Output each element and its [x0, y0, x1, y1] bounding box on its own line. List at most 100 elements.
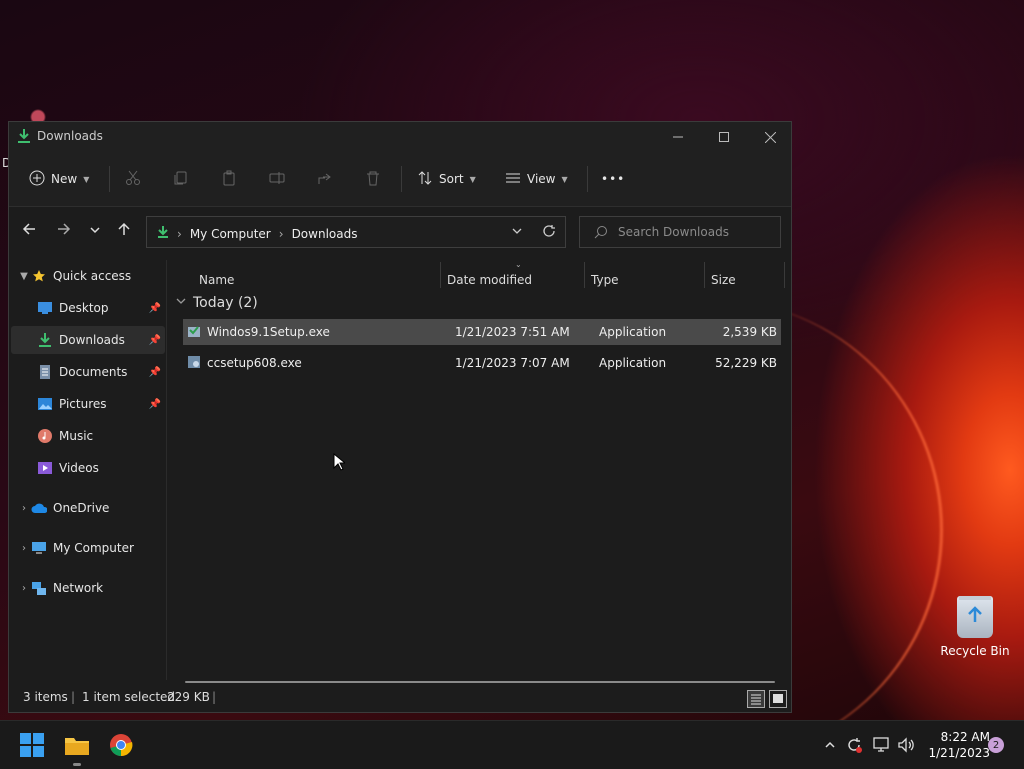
chevron-right-icon[interactable]: ›: [17, 583, 31, 594]
breadcrumb-downloads[interactable]: Downloads: [292, 227, 358, 241]
installer-icon: [187, 324, 201, 341]
sidebar-item-documents[interactable]: Documents 📌: [11, 358, 165, 386]
sidebar-label-network: Network: [53, 581, 104, 595]
pin-icon: 📌: [148, 334, 161, 346]
show-hidden-icons-button[interactable]: [820, 735, 840, 755]
search-box[interactable]: [579, 216, 781, 248]
column-date-label: Date modified: [447, 273, 533, 287]
sidebar-item-my-computer[interactable]: › My Computer: [11, 534, 165, 562]
paste-button[interactable]: [221, 164, 237, 194]
search-input[interactable]: [616, 224, 770, 240]
speaker-icon: [898, 737, 914, 753]
refresh-icon[interactable]: [542, 224, 556, 241]
chevron-down-icon: [89, 222, 101, 240]
breadcrumb-my-computer[interactable]: My Computer: [190, 227, 271, 241]
chevron-right-icon[interactable]: ›: [17, 503, 31, 514]
selection-count: 1 item selected: [82, 690, 176, 704]
title-bar[interactable]: Downloads: [9, 122, 791, 152]
maximize-button[interactable]: [701, 122, 747, 152]
column-divider[interactable]: [440, 262, 441, 288]
sidebar-item-music[interactable]: Music: [11, 422, 165, 450]
item-count: 3 items: [23, 690, 68, 704]
plus-icon: [29, 170, 45, 189]
scissors-icon: [125, 170, 141, 189]
arrow-up-icon: [117, 222, 131, 240]
sidebar-item-network[interactable]: › Network: [11, 574, 165, 602]
toolbar-divider: [109, 166, 110, 192]
rename-button[interactable]: [269, 164, 285, 194]
view-button[interactable]: View ▼: [505, 164, 568, 194]
chevron-down-icon: ▼: [561, 174, 568, 184]
share-button[interactable]: [317, 164, 333, 194]
taskbar-file-explorer[interactable]: [61, 729, 93, 761]
sidebar-item-onedrive[interactable]: › OneDrive: [11, 494, 165, 522]
chevron-down-icon: ▼: [469, 174, 476, 184]
star-icon: [31, 268, 47, 284]
volume-tray-icon[interactable]: [897, 735, 917, 755]
new-button[interactable]: New ▼: [29, 164, 89, 194]
up-button[interactable]: [112, 219, 136, 243]
close-button[interactable]: [747, 122, 793, 152]
column-size-label: Size: [711, 273, 736, 287]
column-divider[interactable]: [704, 262, 705, 288]
navigation-pane: ▼ Quick access Desktop 📌 Downloads 📌 Doc: [9, 260, 167, 680]
network-icon: [31, 580, 47, 596]
pane-divider[interactable]: [166, 260, 167, 680]
file-size: 2,539 KB: [722, 325, 777, 339]
sidebar-item-desktop[interactable]: Desktop 📌: [11, 294, 165, 322]
tiles-view-button[interactable]: [769, 690, 787, 708]
chrome-icon: [110, 734, 133, 757]
copy-button[interactable]: [173, 164, 189, 194]
recent-locations-button[interactable]: [83, 219, 107, 243]
command-bar: New ▼ Sort ▼ View ▼ •••: [9, 152, 791, 207]
cut-button[interactable]: [125, 164, 141, 194]
column-divider[interactable]: [584, 262, 585, 288]
details-view-button[interactable]: [747, 690, 765, 708]
chevron-down-icon[interactable]: ▼: [17, 271, 31, 282]
column-header-date[interactable]: Date modified: [447, 267, 532, 293]
sidebar-label-quick-access: Quick access: [53, 269, 132, 283]
horizontal-scrollbar[interactable]: [185, 681, 775, 683]
group-label: Today (2): [193, 295, 258, 311]
sidebar-item-downloads[interactable]: Downloads 📌: [11, 326, 165, 354]
minimize-button[interactable]: [655, 122, 701, 152]
arrow-left-icon: [22, 222, 36, 240]
sidebar-item-videos[interactable]: Videos: [11, 454, 165, 482]
file-type: Application: [599, 356, 667, 370]
start-button[interactable]: [16, 729, 48, 761]
recycle-bin-icon[interactable]: Recycle Bin: [940, 596, 1010, 658]
address-bar[interactable]: › My Computer › Downloads: [146, 216, 566, 248]
chevron-right-icon[interactable]: ›: [17, 543, 31, 554]
sidebar-item-pictures[interactable]: Pictures 📌: [11, 390, 165, 418]
table-row[interactable]: ccsetup608.exe 1/21/2023 7:07 AM Applica…: [183, 350, 781, 376]
download-icon: [17, 128, 31, 144]
column-header-name[interactable]: Name: [199, 267, 234, 293]
back-button[interactable]: [17, 219, 41, 243]
notification-badge[interactable]: 2: [988, 737, 1004, 753]
recycle-bin-label: Recycle Bin: [940, 644, 1010, 658]
sort-button[interactable]: Sort ▼: [417, 164, 476, 194]
chevron-down-icon: [175, 295, 187, 311]
more-options-button[interactable]: •••: [601, 164, 625, 194]
sync-tray-icon[interactable]: [844, 735, 864, 755]
running-indicator: [73, 763, 81, 766]
file-date: 1/21/2023 7:51 AM: [455, 325, 570, 339]
taskbar-chrome[interactable]: [105, 729, 137, 761]
column-header-size[interactable]: Size: [711, 267, 736, 293]
status-divider: |: [71, 690, 76, 704]
forward-button[interactable]: [52, 219, 76, 243]
clock-time: 8:22 AM: [940, 730, 990, 744]
column-header-type[interactable]: Type: [591, 267, 619, 293]
toolbar-divider: [587, 166, 588, 192]
table-row[interactable]: Windos9.1Setup.exe 1/21/2023 7:51 AM App…: [183, 319, 781, 345]
delete-button[interactable]: [365, 164, 381, 194]
network-tray-icon[interactable]: [872, 735, 892, 755]
sidebar-item-quick-access[interactable]: ▼ Quick access: [11, 262, 165, 290]
system-clock[interactable]: 8:22 AM 1/21/2023: [920, 729, 990, 761]
column-divider[interactable]: [784, 262, 785, 288]
sidebar-label-pictures: Pictures: [59, 397, 107, 411]
file-explorer-window: Downloads New ▼ Sort ▼ View ▼ ••• › My C…: [8, 121, 792, 713]
group-header-today[interactable]: Today (2): [175, 295, 258, 311]
trash-can-icon: [957, 596, 993, 638]
address-history-chevron-icon[interactable]: [511, 225, 523, 240]
